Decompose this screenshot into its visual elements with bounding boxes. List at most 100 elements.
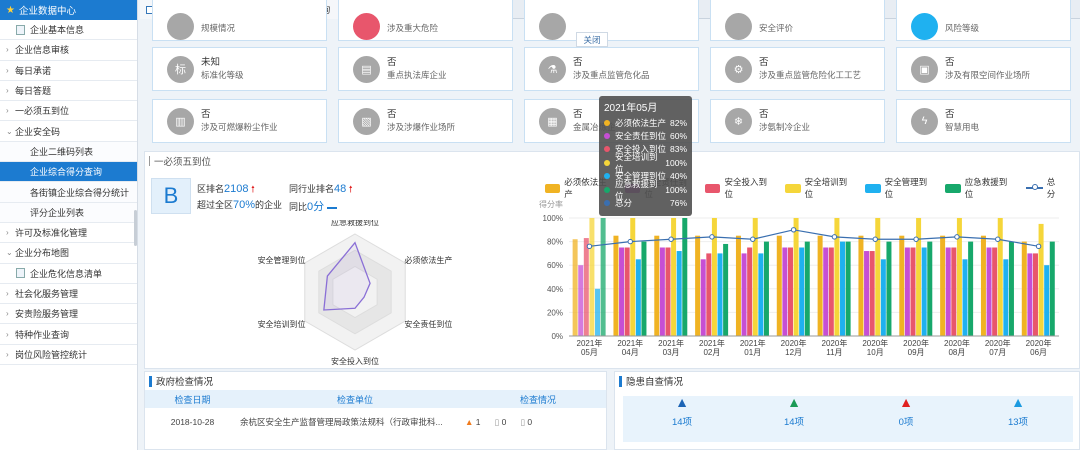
total-point	[750, 236, 756, 242]
legend-label: 安全培训到位	[804, 177, 848, 199]
confined-space-icon: ▣	[911, 55, 938, 83]
x-tick-label: 2020年 08月	[944, 338, 970, 357]
hidden-danger-panel: 隐患自查情况 ▲ 14项 ▲ 14项 ▲ 0项 ▲ 13项	[614, 371, 1080, 450]
x-tick-label: 2020年 06月	[1026, 338, 1052, 357]
doc-count-b[interactable]: ▯ 0	[520, 417, 532, 428]
sidebar-item[interactable]: › 每日答题	[0, 81, 137, 102]
indicator-card: 涉及重大危险	[338, 0, 513, 41]
legend-item[interactable]: 安全培训到位	[785, 176, 853, 200]
bar	[869, 251, 875, 336]
sidebar-item[interactable]: ⌄ 企业分布地图	[0, 243, 137, 264]
indicator-card: 安全评价	[710, 0, 885, 41]
sidebar-item-label: 许可及标准化管理	[15, 228, 88, 239]
hidden-stat[interactable]: ▲ 0项	[861, 394, 951, 428]
hidden-stat-value: 0项	[898, 417, 914, 428]
indicator-name: 标准化等级	[201, 70, 244, 80]
sidebar-item[interactable]: 企业危化信息清单	[0, 264, 137, 284]
indicator-name: 涉及涉爆作业场所	[387, 122, 456, 132]
sidebar-item[interactable]: › 安责险服务管理	[0, 304, 137, 325]
sidebar-item[interactable]: 企业二维码列表	[0, 141, 137, 163]
ammonia-icon: ❄	[725, 107, 752, 135]
sidebar-item[interactable]: › 社会化服务管理	[0, 284, 137, 305]
legend-label: 安全投入到位	[724, 177, 767, 199]
gov-title-text: 政府检查情况	[156, 377, 214, 388]
indicator-icon	[539, 12, 566, 40]
col-header-date: 检查日期	[174, 394, 211, 405]
gov-panel-title: 政府检查情况	[145, 372, 606, 390]
legend-item[interactable]: 应急救援到位	[945, 176, 1013, 200]
sidebar-item[interactable]: › 特种作业查询	[0, 324, 137, 345]
legend-item[interactable]: 安全管理到位	[865, 176, 933, 200]
sidebar-scrollbar[interactable]	[134, 210, 137, 246]
sidebar-item[interactable]: 评分企业列表	[0, 202, 137, 223]
bar	[916, 218, 922, 336]
sidebar-item-label: 岗位风险管控统计	[15, 349, 88, 360]
bar	[910, 247, 916, 336]
y-tick-label: 0%	[551, 332, 563, 341]
sidebar-item[interactable]: › 许可及标准化管理	[0, 223, 137, 244]
tooltip-row: 应急救援到位 100%	[604, 179, 687, 201]
indicator-value: 否	[387, 109, 397, 120]
hidden-stat[interactable]: ▲ 13项	[973, 394, 1063, 428]
sidebar-item[interactable]: › 企业信息审核	[0, 40, 137, 61]
bar	[845, 241, 851, 336]
tooltip-value: 40%	[669, 171, 687, 182]
arrow-up-icon: 🠕	[251, 184, 255, 194]
legend-item[interactable]: 安全投入到位	[705, 176, 773, 200]
sidebar-item[interactable]: › 每日承诺	[0, 61, 137, 81]
sidebar-header[interactable]: ★ 企业数据中心	[0, 0, 137, 20]
indicator-value: 未知	[201, 57, 221, 68]
hidden-stat[interactable]: ▲ 14项	[749, 394, 839, 428]
bar	[589, 218, 595, 336]
sidebar-item[interactable]: 企业综合得分查询	[0, 162, 137, 183]
sidebar-item-label: 企业二维码列表	[30, 146, 94, 157]
sidebar-item[interactable]: 企业基本信息	[0, 20, 137, 41]
bar	[880, 259, 886, 336]
x-tick-label: 2021年 02月	[699, 338, 725, 357]
bar	[951, 247, 957, 336]
hidden-stat[interactable]: ▲ 14项	[637, 394, 727, 428]
legend-swatch	[785, 183, 801, 193]
series-dot	[604, 133, 610, 140]
total-point	[872, 236, 878, 242]
sidebar-item[interactable]: › 岗位风险管控统计	[0, 345, 137, 366]
title-marker	[619, 375, 622, 387]
hidden-stat-value: 14项	[783, 417, 805, 428]
bar	[583, 238, 589, 336]
warning-count[interactable]: ▲ 1	[465, 417, 481, 428]
bar	[817, 235, 823, 336]
total-point	[995, 236, 1001, 242]
bar	[641, 241, 647, 336]
sidebar-item[interactable]: 各街镇企业综合得分统计	[0, 182, 137, 203]
sidebar-item-label: 一必须五到位	[15, 106, 70, 117]
table-row[interactable]: 2018-10-28 余杭区安全生产监督管理局政策法规科（行政审批科... ▲ …	[145, 408, 606, 436]
exceed-suffix: 的企业	[255, 200, 283, 210]
indicator-card: ⚗ 否涉及重点监管危化品	[524, 47, 699, 91]
indicator-name: 涉氨制冷企业	[759, 122, 811, 132]
legend-item[interactable]: 总分	[1025, 176, 1063, 200]
bar	[962, 259, 968, 336]
bar	[858, 235, 864, 336]
exceed-value: 70%	[233, 199, 256, 211]
warning-count-value: 1	[475, 416, 481, 427]
bar	[986, 247, 992, 336]
exceed-prefix: 超过全区	[197, 200, 234, 210]
close-button[interactable]: 关闭	[576, 32, 608, 47]
sidebar-item[interactable]: ⌄ 企业安全码	[0, 121, 137, 142]
indicator-name: 安全评价	[759, 23, 794, 33]
bar	[747, 247, 753, 336]
total-point	[913, 236, 919, 242]
col-header-unit: 检查单位	[336, 394, 373, 405]
y-tick-label: 20%	[547, 308, 563, 317]
indicator-card: ⚙ 否涉及重点监管危险化工工艺	[710, 47, 885, 91]
sidebar-item-label: 每日承诺	[15, 65, 52, 76]
bar	[823, 247, 829, 336]
process-icon: ⚙	[725, 55, 752, 83]
indicator-value: 否	[759, 109, 769, 120]
total-point	[1035, 243, 1042, 250]
doc-count-a[interactable]: ▯ 0	[495, 417, 507, 428]
alert-triangle-icon: ▲	[899, 394, 913, 410]
bar	[1049, 241, 1055, 336]
y-tick-label: 60%	[547, 261, 563, 270]
sidebar-item[interactable]: › 一必须五到位	[0, 101, 137, 122]
